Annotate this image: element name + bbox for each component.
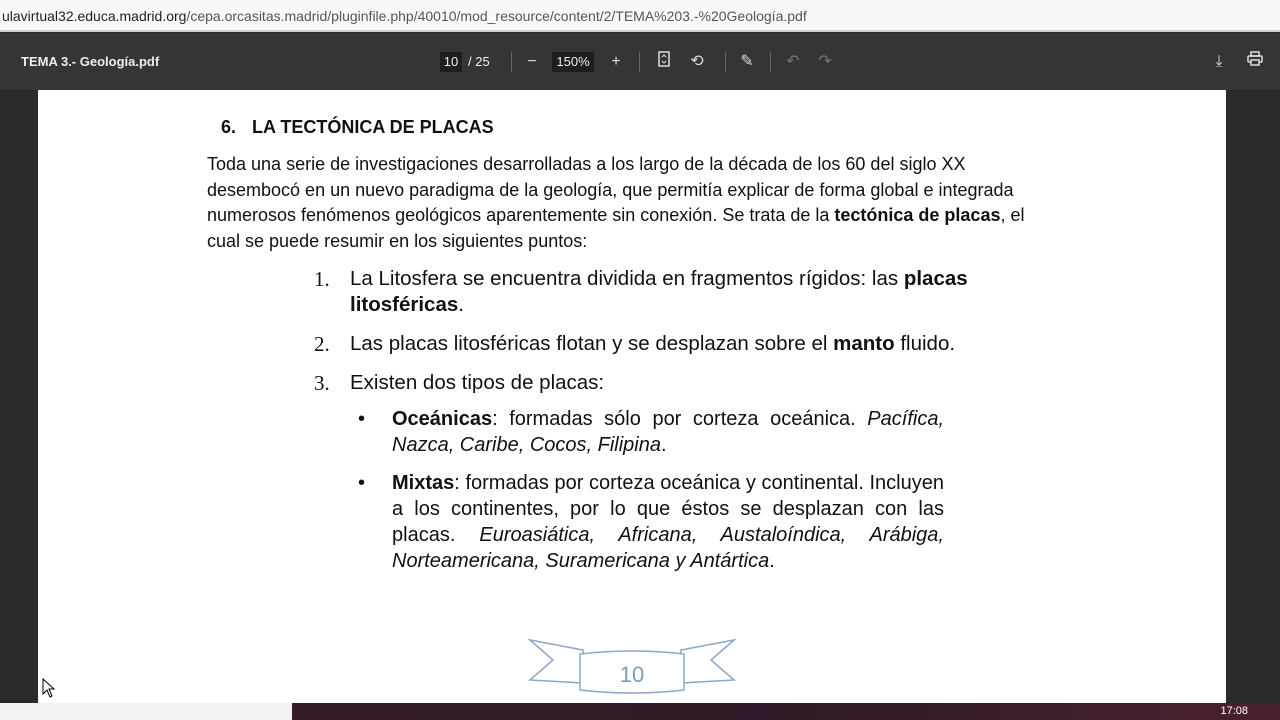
intro-paragraph: Toda una serie de investigaciones desarr… (207, 154, 1025, 251)
rotate-icon[interactable]: ⟲ (686, 51, 708, 73)
divider (511, 52, 512, 72)
document-title: TEMA 3.- Geología.pdf (21, 54, 160, 69)
page-number-input[interactable]: 10 (440, 52, 462, 72)
pdf-page: 6. LA TECTÓNICA DE PLACAS Toda una serie … (38, 90, 1226, 703)
page-number-ribbon: 10 (527, 638, 738, 703)
section-heading: 6. LA TECTÓNICA DE PLACAS (221, 117, 494, 137)
pdf-toolbar: TEMA 3.- Geología.pdf 10 / 25 − 150% + ⟲… (0, 33, 1280, 90)
list-item: 3. Existen dos tipos de placas: • Oceánica… (314, 371, 944, 574)
zoom-out-icon[interactable]: − (521, 51, 543, 73)
address-bar[interactable]: ulavirtual32.educa.madrid.org/cepa.orcas… (0, 0, 1280, 32)
print-icon[interactable] (1244, 51, 1266, 73)
page-number-label: 10 (620, 662, 644, 687)
download-icon[interactable]: ⤓ (1208, 51, 1230, 73)
taskbar-search[interactable] (0, 703, 292, 720)
divider (639, 52, 640, 72)
mouse-cursor-icon (42, 677, 56, 703)
page-total: / 25 (468, 54, 490, 69)
bullet-item: • Mixtas: formadas por corteza oceánica y… (358, 472, 944, 572)
zoom-in-icon[interactable]: + (605, 51, 627, 73)
taskbar: 17:08 (0, 703, 1280, 720)
fit-page-icon[interactable] (653, 51, 675, 73)
bullet-list: • Oceánicas: formadas sólo por corteza oc… (356, 406, 944, 574)
bullet-item: • Oceánicas: formadas sólo por corteza oc… (358, 408, 944, 456)
list-item: 2. Las placas litosféricas flotan y se de… (314, 332, 956, 356)
divider (770, 52, 771, 72)
divider (725, 52, 726, 72)
draw-icon[interactable]: ✎ (736, 51, 758, 73)
zoom-input[interactable]: 150% (552, 52, 594, 72)
undo-icon[interactable]: ↶ (782, 51, 804, 73)
numbered-list: 1. La Litosfera se encuentra dividida en … (314, 266, 1014, 587)
redo-icon[interactable]: ↷ (814, 51, 836, 73)
list-item: 1. La Litosfera se encuentra dividida en … (314, 267, 968, 316)
clock: 17:08 (1220, 705, 1248, 717)
